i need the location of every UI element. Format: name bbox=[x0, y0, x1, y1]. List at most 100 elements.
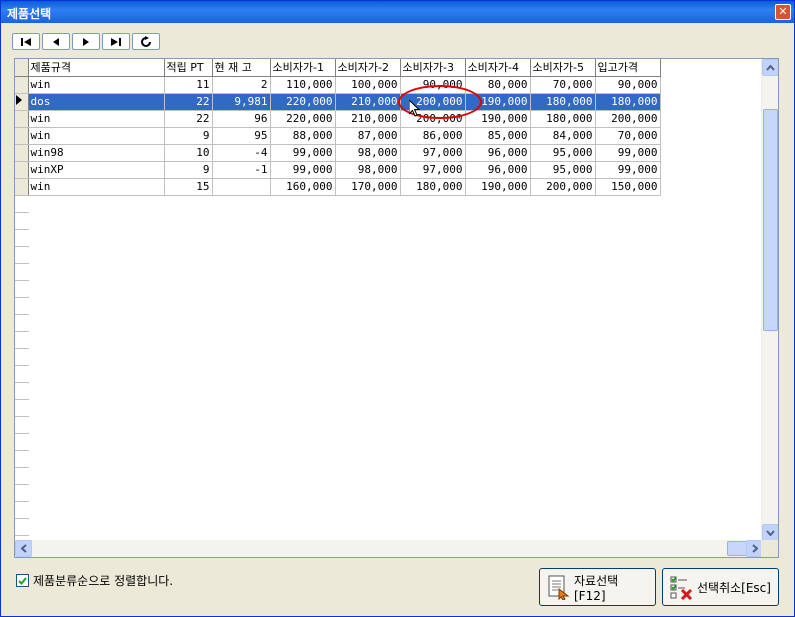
grid-cell[interactable] bbox=[28, 229, 164, 246]
grid-cell[interactable] bbox=[212, 348, 270, 365]
grid-cell[interactable] bbox=[400, 212, 465, 229]
grid-cell[interactable] bbox=[164, 484, 212, 501]
table-row[interactable] bbox=[15, 314, 660, 332]
grid-cell[interactable] bbox=[28, 331, 164, 348]
grid-cell[interactable] bbox=[28, 484, 164, 501]
grid-cell[interactable] bbox=[530, 433, 595, 450]
grid-cell[interactable] bbox=[335, 467, 400, 484]
grid-cell[interactable] bbox=[465, 195, 530, 212]
grid-cell[interactable] bbox=[335, 399, 400, 416]
grid-cell[interactable] bbox=[595, 467, 660, 484]
grid-cell[interactable] bbox=[212, 416, 270, 433]
scroll-left-button[interactable] bbox=[15, 540, 32, 557]
grid-cell[interactable] bbox=[530, 314, 595, 331]
grid-cell[interactable] bbox=[270, 467, 335, 484]
row-indicator[interactable] bbox=[15, 450, 28, 468]
grid-cell[interactable]: 110,000 bbox=[270, 76, 336, 94]
cancel-selection-button[interactable]: 선택취소[Esc] bbox=[662, 568, 779, 606]
grid-cell[interactable] bbox=[270, 229, 335, 246]
first-record-button[interactable] bbox=[12, 33, 40, 50]
horizontal-scrollbar[interactable] bbox=[15, 540, 763, 557]
grid-cell[interactable] bbox=[400, 382, 465, 399]
grid-cell[interactable]: 88,000 bbox=[270, 127, 336, 145]
grid-cell[interactable]: 70,000 bbox=[530, 76, 596, 94]
grid-cell[interactable] bbox=[400, 484, 465, 501]
grid-cell[interactable]: 97,000 bbox=[400, 161, 466, 179]
grid-cell[interactable] bbox=[400, 280, 465, 297]
grid-cell[interactable] bbox=[270, 484, 335, 501]
grid-cell[interactable] bbox=[530, 263, 595, 280]
grid-cell[interactable]: 85,000 bbox=[465, 127, 531, 145]
grid-cell[interactable] bbox=[595, 382, 660, 399]
last-record-button[interactable] bbox=[102, 33, 130, 50]
row-indicator[interactable] bbox=[15, 433, 28, 451]
grid-cell[interactable]: 200,000 bbox=[595, 110, 661, 128]
grid-cell[interactable] bbox=[465, 314, 530, 331]
column-header[interactable]: 소비자가-4 bbox=[465, 59, 531, 77]
column-header[interactable]: 소비자가-1 bbox=[270, 59, 336, 77]
grid-cell[interactable] bbox=[595, 416, 660, 433]
grid-cell[interactable] bbox=[335, 348, 400, 365]
grid-cell[interactable]: 95,000 bbox=[530, 161, 596, 179]
grid-cell[interactable] bbox=[212, 195, 270, 212]
grid-cell[interactable] bbox=[28, 280, 164, 297]
scroll-up-button[interactable] bbox=[762, 59, 778, 76]
table-row[interactable] bbox=[15, 297, 660, 315]
row-indicator[interactable] bbox=[15, 484, 28, 502]
refresh-button[interactable] bbox=[132, 33, 160, 50]
column-header[interactable]: 적립 PT bbox=[164, 59, 213, 77]
grid-cell[interactable] bbox=[595, 518, 660, 535]
grid-cell[interactable] bbox=[164, 246, 212, 263]
grid-cell[interactable] bbox=[465, 433, 530, 450]
grid-cell[interactable] bbox=[212, 450, 270, 467]
grid-cell[interactable] bbox=[465, 348, 530, 365]
grid-cell[interactable] bbox=[465, 365, 530, 382]
grid-cell[interactable] bbox=[28, 450, 164, 467]
table-row[interactable] bbox=[15, 450, 660, 468]
row-indicator[interactable] bbox=[15, 76, 29, 94]
grid-cell[interactable]: 87,000 bbox=[335, 127, 401, 145]
grid-cell[interactable] bbox=[270, 331, 335, 348]
grid-cell[interactable] bbox=[28, 365, 164, 382]
grid-cell[interactable] bbox=[335, 518, 400, 535]
grid-cell[interactable] bbox=[28, 467, 164, 484]
table-row[interactable] bbox=[15, 348, 660, 366]
grid-cell[interactable] bbox=[335, 280, 400, 297]
grid-cell[interactable] bbox=[270, 365, 335, 382]
grid-cell[interactable] bbox=[335, 297, 400, 314]
grid-cell[interactable] bbox=[530, 382, 595, 399]
grid-cell[interactable] bbox=[28, 314, 164, 331]
table-row[interactable]: winXP 9 -1 99,000 98,000 97,000 96,000 95,000 99… bbox=[15, 161, 661, 179]
grid-cell[interactable] bbox=[530, 365, 595, 382]
grid-cell[interactable]: -1 bbox=[212, 161, 271, 179]
title-bar[interactable]: 제품선택 ✕ bbox=[1, 1, 794, 23]
grid-cell[interactable] bbox=[164, 518, 212, 535]
table-row[interactable]: win 9 95 88,000 87,000 86,000 85,000 84,000 70,0… bbox=[15, 127, 661, 145]
grid-cell[interactable] bbox=[164, 365, 212, 382]
grid-cell[interactable]: 96,000 bbox=[465, 144, 531, 162]
grid-cell[interactable] bbox=[164, 416, 212, 433]
row-indicator[interactable] bbox=[15, 229, 28, 247]
sort-checkbox[interactable] bbox=[16, 574, 29, 587]
grid-cell[interactable] bbox=[595, 297, 660, 314]
grid-cell[interactable] bbox=[530, 229, 595, 246]
row-indicator[interactable] bbox=[15, 467, 28, 485]
grid-cell[interactable] bbox=[212, 331, 270, 348]
grid-cell[interactable] bbox=[335, 501, 400, 518]
row-indicator[interactable] bbox=[15, 212, 28, 230]
grid-cell[interactable] bbox=[212, 229, 270, 246]
table-row[interactable] bbox=[15, 212, 660, 230]
grid-cell[interactable] bbox=[28, 518, 164, 535]
grid-cell[interactable]: 210,000 bbox=[335, 110, 401, 128]
grid-cell[interactable]: 100,000 bbox=[335, 76, 401, 94]
grid-cell[interactable]: 190,000 bbox=[465, 93, 531, 111]
grid-cell[interactable] bbox=[270, 246, 335, 263]
column-header[interactable]: 소비자가-2 bbox=[335, 59, 401, 77]
grid-cell[interactable] bbox=[164, 297, 212, 314]
grid-cell[interactable] bbox=[465, 484, 530, 501]
table-row[interactable] bbox=[15, 246, 660, 264]
table-row[interactable]: win 22 96 220,000 210,000 200,000 190,000 180,0… bbox=[15, 110, 661, 128]
grid-cell[interactable] bbox=[270, 297, 335, 314]
grid-cell[interactable]: win bbox=[28, 110, 165, 128]
grid-cell[interactable] bbox=[465, 246, 530, 263]
